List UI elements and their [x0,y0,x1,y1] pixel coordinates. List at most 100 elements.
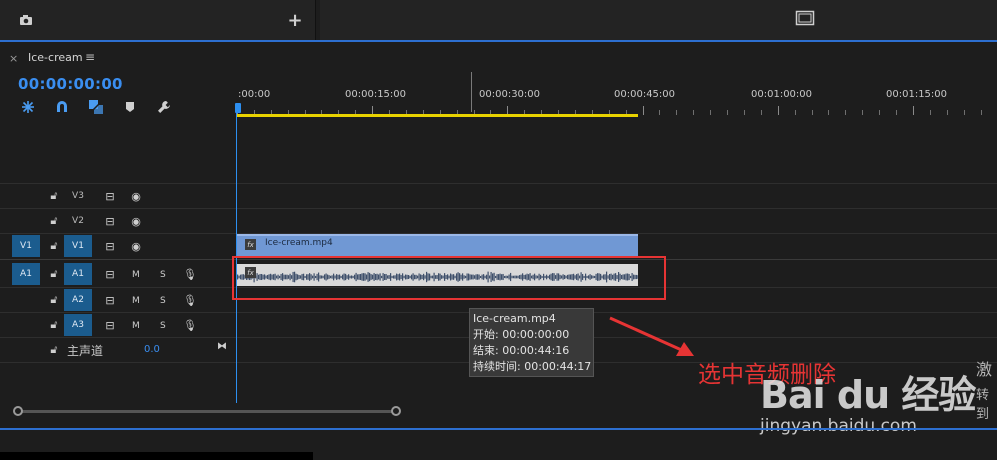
solo-button[interactable]: S [160,321,166,331]
ruler-tick [947,110,948,115]
tab-menu-icon[interactable]: ≡ [85,50,95,64]
annotation-highlight-box [232,256,666,300]
sync-lock-icon[interactable]: ⊟ [102,292,118,308]
source-panel-toolbar [0,0,316,40]
ruler-tick [693,110,694,115]
baidu-watermark: Bai du 经验 jingyan.baidu.com [760,352,997,444]
tooltip-start: 开始: 00:00:00:00 [473,328,570,341]
sequence-tab-title[interactable]: Ice-cream [28,51,83,64]
lock-icon[interactable]: 🔓︎ [46,292,62,308]
ruler-tick [812,110,813,115]
fx-badge: fx [245,239,256,250]
track-target-v3[interactable]: V3 [64,185,92,207]
linked-selection-icon[interactable] [87,98,105,116]
microphone-icon[interactable]: 🎙︎ [182,317,198,333]
lock-icon[interactable]: 🔓︎ [46,188,62,204]
panel-bottom-line [0,428,997,430]
track-target-v2[interactable]: V2 [64,210,92,232]
source-patch-v1[interactable]: V1 [12,235,40,257]
go-to-end-icon[interactable]: ⧓ [214,338,230,354]
ruler-tick [845,110,846,115]
track-target-a1[interactable]: A1 [64,263,92,285]
timeline-zoom-scrollbar[interactable] [18,410,396,413]
tooltip-clip-name: Ice-cream.mp4 [473,312,556,325]
plus-icon[interactable]: + [287,10,303,31]
mute-button[interactable]: M [132,296,140,306]
master-track-label: 主声道 [67,344,104,358]
ruler-tick [913,106,914,115]
track-target-a3[interactable]: A3 [64,314,92,336]
ruler-tick [727,110,728,115]
sync-lock-icon[interactable]: ⊟ [102,238,118,254]
marker-icon[interactable] [121,98,139,116]
track-divider [0,183,997,184]
monitor-frame-icon[interactable] [794,9,816,27]
camera-icon[interactable] [18,12,34,28]
ruler-marker-line [471,72,472,112]
ruler-tick [981,110,982,115]
ruler-tick [710,110,711,115]
video-clip-name: Ice-cream.mp4 [265,238,333,248]
tab-close-icon[interactable]: × [9,52,18,65]
ruler-tick [795,110,796,115]
panel-focus-line [0,40,997,42]
scroll-handle-left[interactable] [13,406,23,416]
sync-lock-icon[interactable]: ⊟ [102,188,118,204]
microphone-icon[interactable]: 🎙︎ [182,266,198,282]
magnet-icon[interactable] [53,98,71,116]
solo-button[interactable]: S [160,296,166,306]
ruler-tick [659,110,660,115]
clip-tooltip: Ice-cream.mp4 开始: 00:00:00:00 结束: 00:00:… [469,308,594,377]
playhead-handle[interactable] [235,103,241,113]
mute-button[interactable]: M [132,321,140,331]
track-target-v1[interactable]: V1 [64,235,92,257]
sync-lock-icon[interactable]: ⊟ [102,213,118,229]
video-clip[interactable]: fx Ice-cream.mp4 [237,234,638,256]
ruler-label: 00:00:30:00 [479,89,541,100]
ruler-label: 00:00:15:00 [345,89,407,100]
tooltip-end: 结束: 00:00:44:16 [473,344,570,357]
ruler-tick [964,110,965,115]
ruler-tick [761,110,762,115]
lock-icon[interactable]: 🔓︎ [46,213,62,229]
ruler-label: 00:00:45:00 [614,89,676,100]
ruler-tick [896,110,897,115]
eye-icon[interactable]: ◉ [128,213,144,229]
watermark-url: jingyan.baidu.com [760,416,917,436]
ruler-tick [930,110,931,115]
sync-lock-icon[interactable]: ⊟ [102,317,118,333]
ruler-tick [828,110,829,115]
annotation-arrow [609,316,694,356]
ruler-tick [862,110,863,115]
ruler-label: 00:01:00:00 [751,89,813,100]
microphone-icon[interactable]: 🎙︎ [182,292,198,308]
lock-icon[interactable]: 🔓︎ [46,342,62,358]
ruler-label: 00:01:15:00 [886,89,948,100]
program-panel-toolbar [320,0,997,40]
snap-icon[interactable] [19,98,37,116]
source-patch-a1[interactable]: A1 [12,263,40,285]
playhead-timecode[interactable]: 00:00:00:00 [18,75,123,93]
eye-icon[interactable]: ◉ [128,188,144,204]
ruler-label: :00:00 [238,89,271,100]
wrench-icon[interactable] [155,98,173,116]
mute-button[interactable]: M [132,270,140,280]
scroll-handle-right[interactable] [391,406,401,416]
ruler-tick [643,106,644,115]
lock-icon[interactable]: 🔓︎ [46,266,62,282]
sync-lock-icon[interactable]: ⊟ [102,266,118,282]
tooltip-duration: 持续时间: 00:00:44:17 [473,360,592,373]
ruler-tick [676,110,677,115]
lock-icon[interactable]: 🔓︎ [46,317,62,333]
watermark-logo-text: Bai du 经验 [760,373,976,417]
track-target-a2[interactable]: A2 [64,289,92,311]
eye-icon[interactable]: ◉ [128,238,144,254]
bottom-panel-edge [0,452,313,460]
ruler-tick [744,110,745,115]
ruler-tick [879,110,880,115]
work-area-bar[interactable] [237,114,638,117]
ruler-tick [778,106,779,115]
lock-icon[interactable]: 🔓︎ [46,238,62,254]
solo-button[interactable]: S [160,270,166,280]
master-volume-value[interactable]: 0.0 [144,344,160,355]
